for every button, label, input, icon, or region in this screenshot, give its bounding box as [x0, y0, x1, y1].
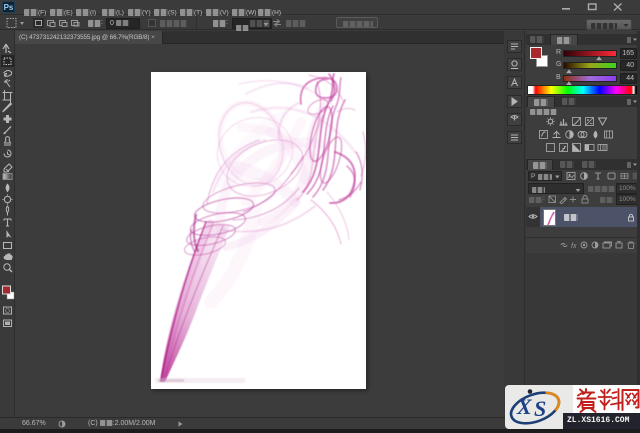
svg-text:S: S [534, 396, 546, 421]
svg-text:fx: fx [571, 243, 577, 249]
svg-text:X: X [516, 394, 533, 419]
